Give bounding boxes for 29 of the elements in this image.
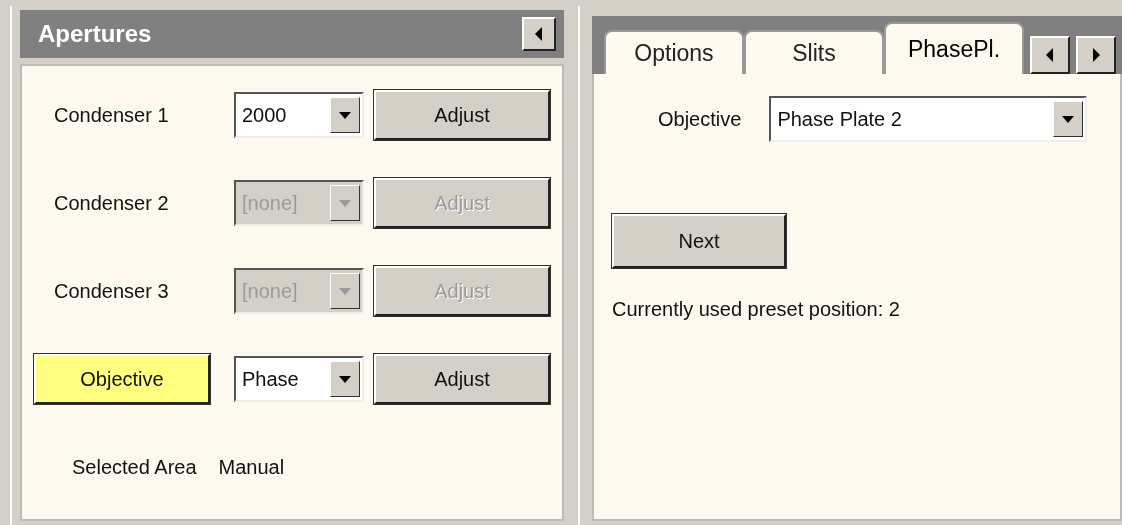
adjust-button[interactable]: Adjust xyxy=(374,354,550,404)
aperture-dropdown[interactable]: Phase xyxy=(234,356,364,402)
dropdown-arrow-icon xyxy=(339,199,351,207)
panel-title: Apertures xyxy=(38,20,152,48)
tab[interactable]: Slits xyxy=(744,30,884,74)
preset-status-text: Currently used preset position: 2 xyxy=(612,298,900,321)
left-arrow-icon xyxy=(1045,48,1055,62)
tab[interactable]: Options xyxy=(604,30,744,74)
dropdown-arrow-icon xyxy=(339,287,351,295)
adjust-button[interactable]: Adjust xyxy=(374,90,550,140)
right-arrow-icon xyxy=(1091,48,1101,62)
aperture-label: Condenser 3 xyxy=(53,279,170,303)
collapse-button[interactable] xyxy=(522,17,556,51)
selected-area-label: Selected Area xyxy=(72,456,197,479)
aperture-label: Condenser 1 xyxy=(53,103,170,127)
objective-toggle-button[interactable]: Objective xyxy=(34,354,210,404)
objective-dropdown[interactable]: Phase Plate 2 xyxy=(769,96,1088,142)
aperture-label: Condenser 2 xyxy=(53,191,170,215)
scroll-right-button[interactable] xyxy=(1076,36,1116,74)
objective-label: Objective xyxy=(657,107,742,131)
dropdown-arrow-icon xyxy=(1062,115,1075,123)
tab[interactable]: PhasePl. xyxy=(884,22,1024,74)
dropdown-arrow-icon xyxy=(339,375,351,383)
dropdown-arrow-icon xyxy=(339,111,351,119)
scroll-left-button[interactable] xyxy=(1030,36,1070,74)
left-arrow-icon xyxy=(534,27,544,41)
aperture-dropdown[interactable]: 2000 xyxy=(234,92,364,138)
selected-area-value: Manual xyxy=(218,456,285,479)
next-button[interactable]: Next xyxy=(612,214,786,268)
